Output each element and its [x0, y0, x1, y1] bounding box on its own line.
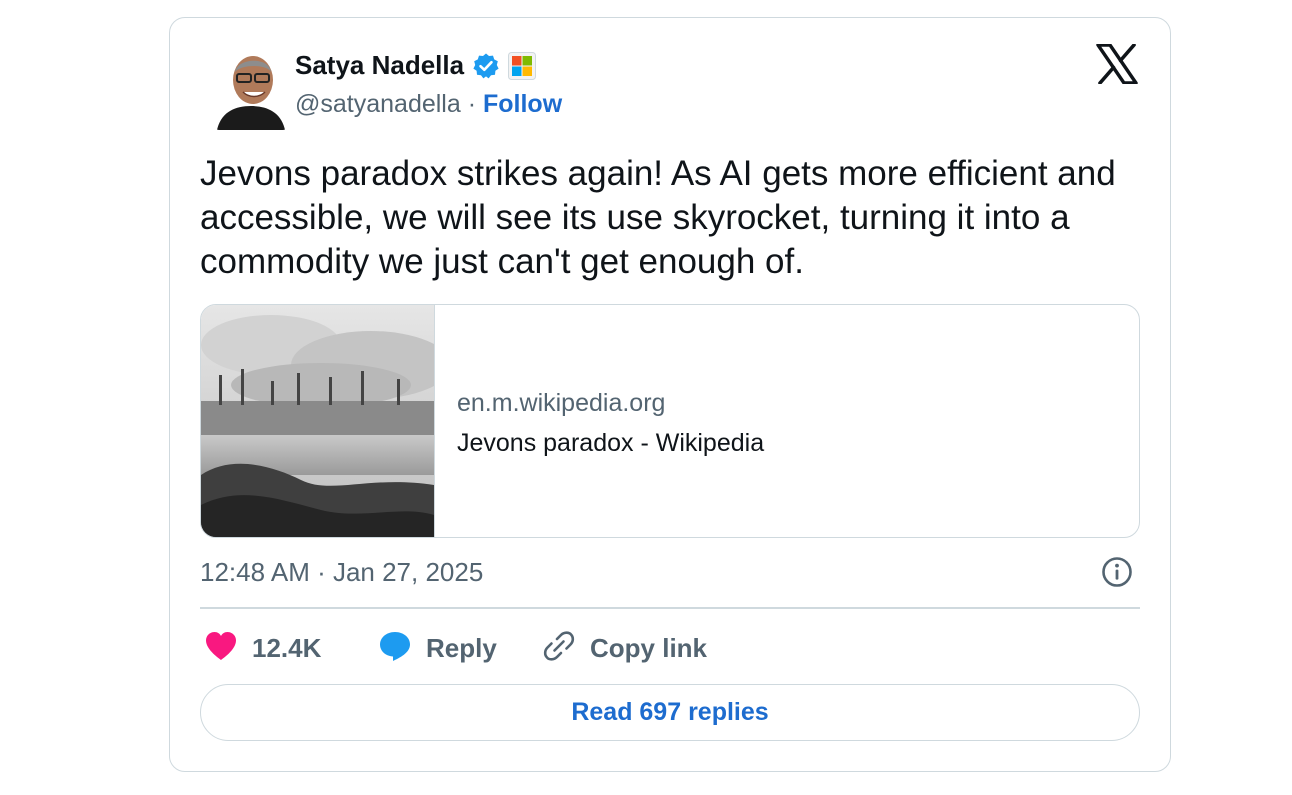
- copy-link-button[interactable]: Copy link: [542, 628, 707, 668]
- reply-button[interactable]: Reply: [378, 628, 497, 668]
- read-replies-label: Read 697 replies: [571, 698, 769, 726]
- reply-label: Reply: [426, 632, 497, 663]
- avatar[interactable]: [215, 42, 287, 130]
- tweet-timestamp[interactable]: 12:48 AM · Jan 27, 2025: [200, 557, 483, 588]
- verified-badge-icon: [472, 52, 500, 80]
- author-name[interactable]: Satya Nadella: [295, 50, 464, 81]
- author-name-row: Satya Nadella: [295, 50, 537, 81]
- read-replies-button[interactable]: Read 697 replies: [200, 684, 1140, 741]
- link-icon: [542, 629, 576, 668]
- microsoft-affiliate-icon[interactable]: [508, 51, 537, 80]
- copy-link-label: Copy link: [590, 632, 708, 663]
- link-preview-image: [201, 305, 451, 537]
- speech-bubble-icon: [378, 629, 412, 668]
- info-icon[interactable]: [1101, 556, 1133, 588]
- link-preview-card[interactable]: en.m.wikipedia.org Jevons paradox - Wiki…: [200, 304, 1140, 538]
- x-logo-icon[interactable]: [1096, 43, 1138, 85]
- tweet-text: Jevons paradox strikes again! As AI gets…: [200, 154, 1116, 281]
- handle-separator: ·: [467, 90, 477, 118]
- follow-button[interactable]: Follow: [483, 90, 562, 118]
- divider: [200, 607, 1140, 609]
- like-count: 12.4K: [252, 632, 322, 663]
- handle-row: @satyanadella · Follow: [295, 90, 562, 119]
- link-title: Jevons paradox - Wikipedia: [457, 429, 765, 457]
- link-domain: en.m.wikipedia.org: [457, 389, 666, 417]
- author-handle[interactable]: @satyanadella: [295, 90, 461, 118]
- heart-icon: [204, 630, 238, 667]
- like-button[interactable]: 12.4K: [204, 628, 321, 668]
